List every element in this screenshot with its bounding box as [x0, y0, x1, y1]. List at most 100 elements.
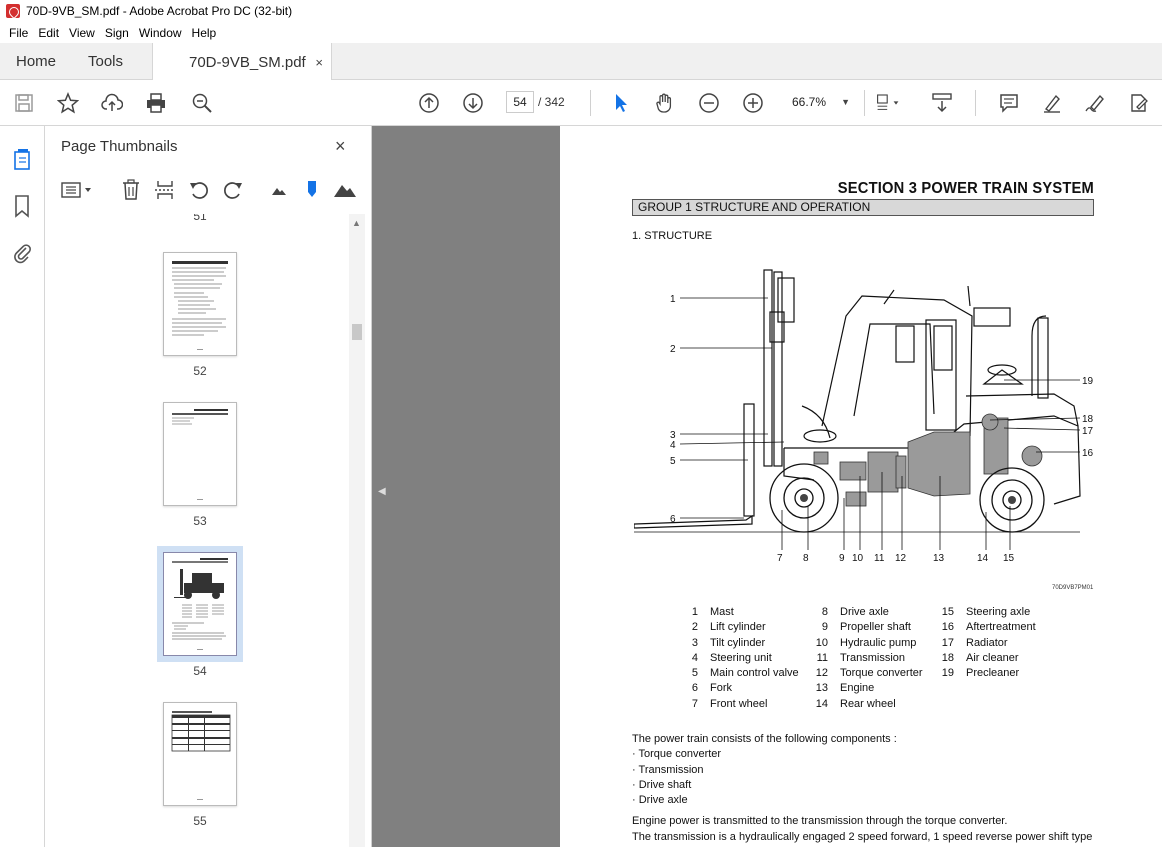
page-number-input[interactable]: 54 — [506, 91, 534, 113]
callout-label: 14 — [977, 553, 989, 564]
list-item: 1 Mast — [691, 606, 734, 618]
menu-window[interactable]: Window — [134, 26, 187, 40]
thumbnail-label: 53 — [193, 514, 207, 528]
list-item: 11 Transmission — [816, 652, 905, 664]
chevron-down-icon: ▼ — [841, 97, 850, 107]
print-icon[interactable] — [144, 91, 168, 115]
callout-label: 11 — [874, 553, 885, 564]
body-paragraph: The power train consists of the followin… — [632, 733, 897, 745]
collapse-panel-icon[interactable]: ◀ — [378, 486, 386, 497]
list-item: 7 Front wheel — [691, 698, 768, 710]
zoom-search-icon[interactable] — [190, 91, 214, 115]
callout-label: 10 — [852, 553, 864, 564]
section-title: SECTION 3 POWER TRAIN SYSTEM — [837, 180, 1094, 197]
list-item: 18 Air cleaner — [941, 652, 1019, 664]
list-item: 4 Steering unit — [691, 652, 772, 664]
hand-tool-icon[interactable] — [653, 91, 677, 115]
menu-view[interactable]: View — [64, 26, 100, 40]
left-navigation-rail — [0, 126, 45, 847]
menu-bar: File Edit View Sign Window Help — [0, 22, 1162, 43]
zoom-out-icon[interactable] — [697, 91, 721, 115]
tab-home[interactable]: Home — [16, 43, 56, 80]
component-item: · Torque converter — [632, 748, 722, 760]
body-paragraph: Engine power is transmitted to the trans… — [632, 815, 1008, 827]
highlight-pen-icon[interactable] — [1040, 91, 1064, 115]
bookmark-star-icon[interactable] — [56, 91, 80, 115]
list-item: 8 Drive axle — [821, 606, 889, 618]
thumbnail-page-52[interactable] — [163, 252, 237, 356]
thumbnails-panel: Page Thumbnails × 51 52 53 54 55 ▲ — [45, 126, 372, 847]
callout-label: 12 — [895, 553, 907, 564]
select-cursor-icon[interactable] — [609, 91, 633, 115]
thumbnail-label: 51 — [193, 214, 207, 223]
callout-label: 15 — [1003, 553, 1015, 564]
menu-file[interactable]: File — [4, 26, 33, 40]
callout-label: 5 — [670, 456, 676, 467]
window-titlebar: 70D-9VB_SM.pdf - Adobe Acrobat Pro DC (3… — [0, 0, 1162, 22]
rotate-counterclockwise-icon[interactable] — [187, 178, 211, 202]
bookmark-icon[interactable] — [10, 194, 34, 218]
attachment-paperclip-icon[interactable] — [10, 240, 34, 264]
list-item: 9 Propeller shaft — [821, 621, 911, 633]
list-item: 6 Fork — [691, 682, 732, 694]
panel-title: Page Thumbnails — [61, 138, 178, 155]
list-item: 15 Steering axle — [941, 606, 1031, 618]
menu-edit[interactable]: Edit — [33, 26, 64, 40]
thumbnail-size-small-icon[interactable] — [267, 178, 291, 202]
menu-sign[interactable]: Sign — [100, 26, 134, 40]
main-toolbar: 54 / 342 66.7% ▼ — [0, 80, 1162, 126]
edit-pdf-icon[interactable] — [1127, 91, 1151, 115]
scrollbar-thumb[interactable] — [352, 324, 362, 340]
rotate-clockwise-icon[interactable] — [221, 178, 245, 202]
list-item: 3 Tilt cylinder — [691, 637, 766, 649]
callout-label: 18 — [1082, 414, 1094, 425]
save-icon[interactable] — [12, 91, 36, 115]
zoom-level-dropdown[interactable]: 66.7% ▼ — [786, 91, 856, 113]
thumbnail-list[interactable]: 51 52 53 54 55 ▲ — [45, 214, 372, 847]
page-fit-icon[interactable] — [876, 91, 900, 115]
thumbnail-options-icon[interactable] — [59, 178, 95, 202]
zoom-in-icon[interactable] — [741, 91, 765, 115]
tab-close-icon[interactable]: × — [315, 55, 323, 70]
thumbnail-size-large-icon[interactable] — [333, 178, 357, 202]
callout-label: 1 — [670, 294, 676, 305]
previous-page-icon[interactable] — [417, 91, 441, 115]
thumbnail-page-55[interactable] — [163, 702, 237, 806]
delete-trash-icon[interactable] — [119, 178, 143, 202]
pdf-page: SECTION 3 POWER TRAIN SYSTEM GROUP 1 STR… — [560, 126, 1162, 847]
forklift-structure-diagram: 1 2 3 4 5 6 7 8 9 10 11 12 13 14 15 16 1… — [634, 269, 1094, 564]
thumbnail-size-slider-icon[interactable] — [300, 178, 324, 202]
draw-sign-icon[interactable] — [1083, 91, 1107, 115]
list-item: 19 Precleaner — [941, 667, 1020, 679]
close-icon[interactable]: × — [335, 136, 346, 157]
tab-document[interactable]: 70D-9VB_SM.pdf × — [152, 43, 332, 81]
list-item: 17 Radiator — [941, 637, 1008, 649]
list-item: 10 Hydraulic pump — [815, 637, 917, 649]
callout-label: 7 — [777, 553, 783, 564]
list-item: 13 Engine — [815, 682, 875, 694]
next-page-icon[interactable] — [461, 91, 485, 115]
scroll-mode-icon[interactable] — [930, 91, 954, 115]
component-item: · Transmission — [632, 764, 704, 776]
tab-document-label: 70D-9VB_SM.pdf — [189, 53, 306, 71]
list-item: 16 Aftertreatment — [941, 621, 1036, 633]
component-item: · Drive axle — [632, 794, 688, 806]
toolbar-divider — [864, 90, 865, 116]
component-item: · Drive shaft — [632, 779, 692, 791]
group-title: GROUP 1 STRUCTURE AND OPERATION — [632, 199, 1094, 216]
scroll-up-icon[interactable]: ▲ — [352, 218, 361, 228]
toolbar-divider — [975, 90, 976, 116]
tab-bar: Home Tools 70D-9VB_SM.pdf × — [0, 43, 1162, 81]
tab-tools[interactable]: Tools — [88, 43, 123, 80]
callout-label: 9 — [839, 553, 845, 564]
upload-cloud-icon[interactable] — [100, 91, 124, 115]
callout-label: 19 — [1082, 376, 1094, 387]
thumbnail-scrollbar[interactable]: ▲ — [349, 214, 365, 847]
toolbar-divider — [590, 90, 591, 116]
thumbnail-page-54[interactable] — [157, 546, 243, 662]
comment-icon[interactable] — [997, 91, 1021, 115]
insert-page-icon[interactable] — [153, 178, 177, 202]
thumbnail-page-53[interactable] — [163, 402, 237, 506]
menu-help[interactable]: Help — [187, 26, 222, 40]
page-thumbnails-icon[interactable] — [10, 148, 34, 172]
